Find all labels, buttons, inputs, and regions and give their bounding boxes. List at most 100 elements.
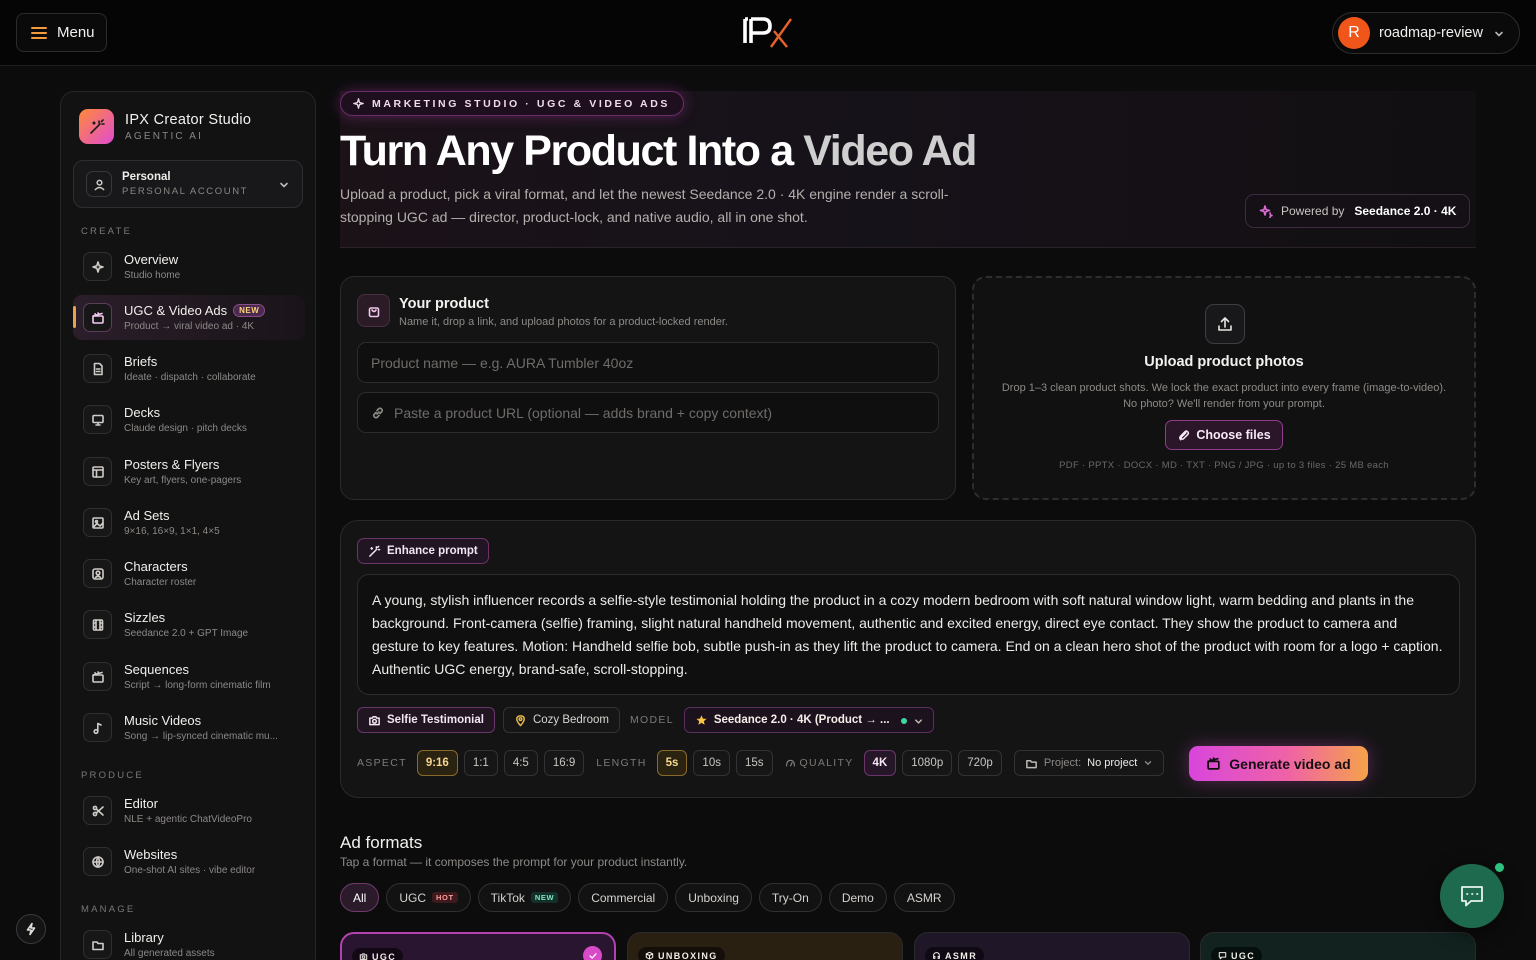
format-card-ugc[interactable]: UGC — [340, 932, 616, 960]
format-card-tag-label: UGC — [1231, 950, 1256, 960]
message-icon — [1218, 952, 1227, 960]
ipx-logo[interactable] — [741, 14, 795, 50]
sidebar-item-sub: Seedance 2.0 + GPT Image — [124, 628, 249, 639]
hero-section: MARKETING STUDIO · UGC & VIDEO ADS Turn … — [340, 91, 1476, 248]
product-url-field[interactable] — [357, 392, 939, 433]
hero-description: Upload a product, pick a viral format, a… — [340, 186, 949, 225]
filter-try-on[interactable]: Try-On — [758, 883, 822, 912]
filter-unboxing[interactable]: Unboxing — [675, 883, 752, 912]
magic-wand-icon — [369, 545, 381, 557]
format-card-unboxing[interactable]: UNBOXING — [627, 932, 903, 960]
sidebar-item-label: Ad Sets — [124, 508, 170, 523]
title-highlight: Video Ad — [803, 127, 977, 175]
upload-dropzone[interactable]: Upload product photos Drop 1–3 clean pro… — [972, 276, 1476, 500]
sidebar-item-music-videos[interactable]: Music Videos Song → lip-synced cinematic … — [73, 705, 305, 750]
account-name: roadmap-review — [1379, 25, 1483, 41]
sidebar-item-websites[interactable]: Websites One-shot AI sites · vibe editor — [73, 839, 305, 884]
sidebar-item-sizzles[interactable]: Sizzles Seedance 2.0 + GPT Image — [73, 602, 305, 647]
length-option-10s[interactable]: 10s — [693, 750, 730, 776]
sidebar-item-sub: Script → long-form cinematic film — [124, 680, 271, 691]
quality-option-4k[interactable]: 4K — [863, 750, 897, 776]
sidebar-item-briefs[interactable]: Briefs Ideate · dispatch · collaborate — [73, 346, 305, 391]
format-card-tag: UNBOXING — [638, 947, 725, 960]
workspace-selector[interactable]: Personal PERSONAL ACCOUNT — [73, 160, 303, 208]
filter-demo[interactable]: Demo — [828, 883, 887, 912]
project-value: No project — [1087, 757, 1138, 769]
account-menu[interactable]: R roadmap-review — [1332, 12, 1520, 54]
eyebrow-text: MARKETING STUDIO · UGC & VIDEO ADS — [372, 97, 671, 110]
product-name-input[interactable] — [371, 354, 911, 371]
aspect-option-4-5[interactable]: 4:5 — [503, 750, 538, 776]
chat-icon — [1461, 886, 1483, 907]
enhance-prompt-button[interactable]: Enhance prompt — [357, 538, 489, 564]
sidebar-item-label: Sequences — [124, 662, 190, 677]
length-option-15s[interactable]: 15s — [735, 750, 773, 776]
powered-by-badge: Powered by Seedance 2.0 · 4K — [1245, 194, 1471, 228]
shopping-bag-icon — [357, 294, 390, 327]
format-card-tag: UGC — [352, 948, 404, 960]
aspect-option-9-16[interactable]: 9:16 — [416, 750, 458, 776]
project-select[interactable]: Project: No project — [1013, 750, 1165, 776]
hamburger-icon — [31, 26, 47, 39]
sidebar-item-overview[interactable]: Overview Studio home — [73, 244, 305, 289]
quality-option-720p[interactable]: 720p — [958, 750, 1002, 776]
new-badge: NEW — [233, 304, 266, 317]
choose-files-button[interactable]: Choose files — [1165, 420, 1283, 450]
menu-button[interactable]: Menu — [16, 13, 107, 52]
generate-video-ad-button[interactable]: Generate video ad — [1189, 746, 1368, 781]
clapper-icon — [83, 662, 112, 691]
folder-icon — [83, 930, 112, 959]
section-label-manage: MANAGE — [81, 904, 136, 915]
setting-chip[interactable]: Cozy Bedroom — [502, 707, 620, 733]
aspect-option-16-9[interactable]: 16:9 — [543, 750, 585, 776]
camera-icon — [369, 715, 380, 725]
chevron-down-icon — [1493, 28, 1505, 40]
quality-option-1080p[interactable]: 1080p — [902, 750, 953, 776]
sidebar-item-posters-flyers[interactable]: Posters & Flyers Key art, flyers, one-pag… — [73, 449, 305, 494]
prompt-textarea[interactable]: A young, stylish influencer records a se… — [357, 574, 1460, 695]
music-icon — [83, 713, 112, 742]
format-card-ugc-2[interactable]: UGC — [1200, 932, 1476, 960]
model-select[interactable]: Seedance 2.0 · 4K (Product → ... — [683, 707, 934, 733]
globe-icon — [83, 847, 112, 876]
bolt-button[interactable] — [16, 914, 46, 944]
sidebar-item-editor[interactable]: Editor NLE + agentic ChatVideoPro — [73, 788, 305, 833]
aspect-option-1-1[interactable]: 1:1 — [463, 750, 498, 776]
sidebar-item-library[interactable]: Library All generated assets — [73, 922, 305, 960]
sparkle-icon — [353, 98, 364, 109]
sidebar-brand[interactable]: IPX Creator Studio AGENTIC AI — [79, 109, 251, 144]
filter-commercial[interactable]: Commercial — [578, 883, 669, 912]
sidebar-item-sequences[interactable]: Sequences Script → long-form cinematic fi… — [73, 654, 305, 699]
length-option-5s[interactable]: 5s — [656, 750, 688, 776]
sidebar-item-ad-sets[interactable]: Ad Sets 9×16, 16×9, 1×1, 4×5 — [73, 500, 305, 545]
filter-label: ASMR — [906, 890, 942, 905]
render-options-row: ASPECT 9:16 1:1 4:5 16:9 LENGTH 5s 10s 1… — [357, 750, 1165, 776]
format-card-asmr[interactable]: ASMR — [914, 932, 1190, 960]
online-status-dot — [1492, 860, 1507, 875]
box-icon — [645, 951, 654, 960]
format-filters: All UGC HOT TikTok NEW Commercial Unboxing… — [340, 883, 955, 912]
folder-icon — [1025, 759, 1037, 768]
eyebrow-badge: MARKETING STUDIO · UGC & VIDEO ADS — [340, 91, 685, 116]
link-icon — [372, 406, 384, 419]
sidebar-item-decks[interactable]: Decks Claude design · pitch decks — [73, 397, 305, 442]
filter-label: Demo — [841, 890, 874, 905]
avatar: R — [1338, 17, 1370, 49]
product-card-header: Your product Name it, drop a link, and u… — [357, 294, 728, 328]
filter-tiktok[interactable]: TikTok NEW — [477, 883, 572, 912]
sidebar-item-ugc-video-ads[interactable]: UGC & Video Ads NEW Product → viral video … — [73, 295, 305, 340]
format-chip[interactable]: Selfie Testimonial — [357, 707, 495, 733]
sidebar-item-characters[interactable]: Characters Character roster — [73, 551, 305, 596]
upload-icon — [1205, 304, 1245, 344]
upload-title: Upload product photos — [1144, 354, 1304, 370]
format-card-tag-label: UNBOXING — [658, 950, 718, 960]
powered-value: Seedance 2.0 · 4K — [1354, 204, 1457, 218]
format-card-tag-label: UGC — [372, 951, 397, 960]
product-name-field[interactable] — [357, 342, 939, 383]
filter-asmr[interactable]: ASMR — [893, 883, 955, 912]
filter-ugc[interactable]: UGC HOT — [386, 883, 471, 912]
camera-icon — [359, 953, 368, 960]
filter-all[interactable]: All — [340, 883, 380, 912]
product-url-input[interactable] — [394, 404, 914, 421]
section-label-produce: PRODUCE — [81, 770, 144, 781]
